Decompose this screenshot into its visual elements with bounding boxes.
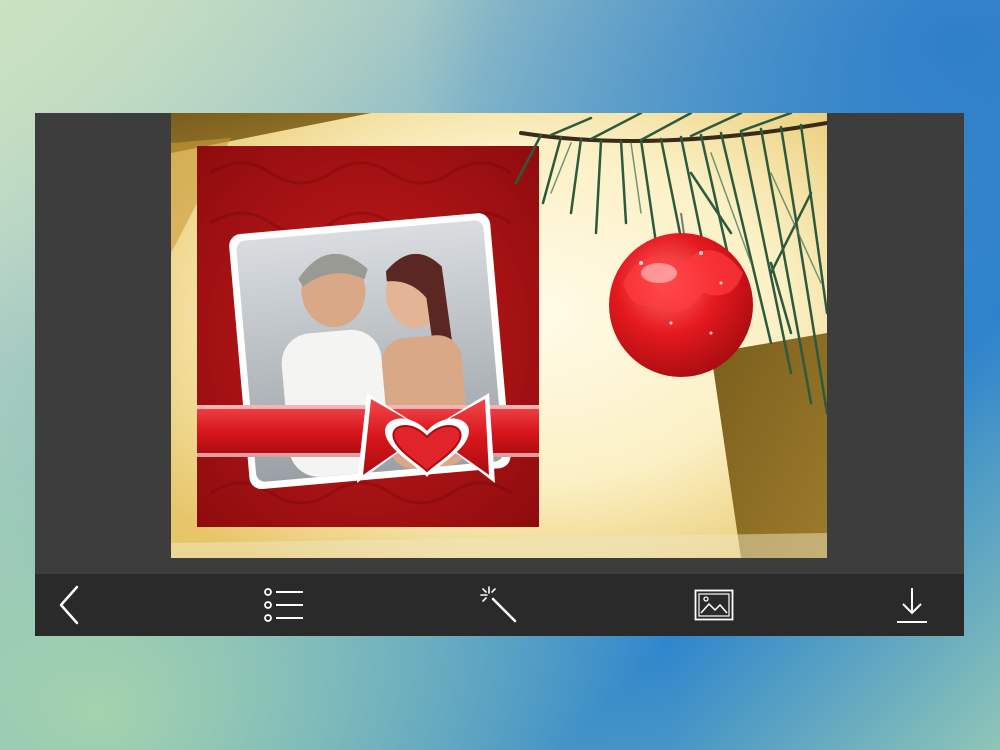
bottom-toolbar	[35, 574, 964, 636]
app-window	[35, 113, 964, 636]
image-icon	[694, 589, 734, 621]
photo-canvas	[171, 113, 827, 558]
chevron-left-icon	[59, 585, 79, 625]
gallery-button[interactable]	[679, 574, 749, 636]
download-icon	[897, 588, 927, 623]
list-button[interactable]	[249, 574, 319, 636]
download-button[interactable]	[877, 574, 947, 636]
frame-artwork	[171, 113, 827, 558]
back-button[interactable]	[35, 574, 105, 636]
magic-wand-icon	[480, 586, 517, 623]
list-icon	[264, 588, 303, 622]
effects-button[interactable]	[464, 574, 534, 636]
